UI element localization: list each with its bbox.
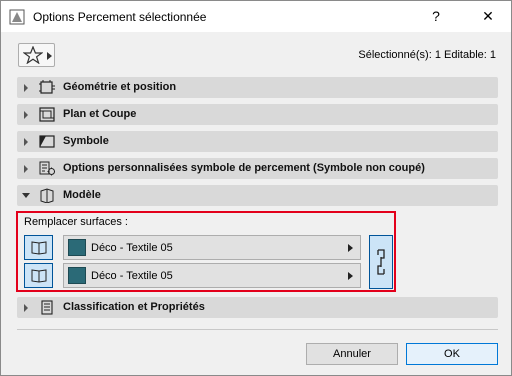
surface-toggle-button-1[interactable]	[24, 235, 53, 260]
book-icon	[31, 241, 47, 255]
panel-label: Symbole	[63, 135, 109, 147]
floorplan-icon	[39, 107, 55, 122]
help-button[interactable]: ?	[425, 5, 447, 27]
chain-link-icon	[377, 249, 385, 275]
link-surfaces-button[interactable]	[369, 235, 393, 289]
panel-classification-properties[interactable]: Classification et Propriétés	[17, 297, 498, 318]
custom-options-icon	[39, 161, 55, 176]
footer-divider	[17, 329, 498, 330]
expand-arrow-icon	[24, 304, 28, 312]
chevron-right-icon	[348, 272, 353, 280]
panel-label: Modèle	[63, 189, 101, 201]
symbol-icon	[39, 134, 55, 149]
panel-label: Plan et Coupe	[63, 108, 137, 120]
surface-material-select-2[interactable]: Déco - Textile 05	[63, 263, 361, 288]
book-icon	[31, 269, 47, 283]
chevron-right-icon	[348, 244, 353, 252]
panel-plan-section[interactable]: Plan et Coupe	[17, 104, 498, 125]
surface-toggle-button-2[interactable]	[24, 263, 53, 288]
model-icon	[39, 188, 55, 204]
collapse-arrow-icon	[22, 193, 30, 198]
title-bar: Options Percement sélectionnée ? ✕	[1, 1, 511, 32]
expand-arrow-icon	[24, 138, 28, 146]
close-button[interactable]: ✕	[475, 5, 501, 27]
panel-geometry-position[interactable]: Géométrie et position	[17, 77, 498, 98]
surface-material-select-1[interactable]: Déco - Textile 05	[63, 235, 361, 260]
material-name: Déco - Textile 05	[91, 242, 173, 254]
expand-arrow-icon	[24, 84, 28, 92]
app-icon	[9, 9, 25, 25]
ok-button[interactable]: OK	[406, 343, 498, 365]
panel-label: Options personnalisées symbole de percem…	[63, 162, 425, 174]
override-surfaces-section: Remplacer surfaces : Déco - Textile 05 D…	[16, 211, 396, 292]
window-title: Options Percement sélectionnée	[33, 10, 207, 24]
classification-icon	[39, 300, 55, 315]
override-surfaces-label: Remplacer surfaces :	[24, 216, 128, 228]
geometry-icon	[39, 80, 55, 95]
expand-arrow-icon	[24, 111, 28, 119]
panel-custom-options[interactable]: Options personnalisées symbole de percem…	[17, 158, 498, 179]
star-icon	[22, 45, 44, 65]
material-swatch	[68, 267, 86, 284]
panel-label: Géométrie et position	[63, 81, 177, 93]
cancel-button[interactable]: Annuler	[306, 343, 398, 365]
expand-arrow-icon	[24, 165, 28, 173]
selection-info: Sélectionné(s): 1 Editable: 1	[358, 49, 496, 61]
dropdown-arrow-icon	[47, 52, 52, 60]
panel-model[interactable]: Modèle	[17, 185, 498, 206]
panel-label: Classification et Propriétés	[63, 301, 205, 313]
material-name: Déco - Textile 05	[91, 270, 173, 282]
favorites-button[interactable]	[18, 43, 55, 67]
dialog-window: Options Percement sélectionnée ? ✕ Sélec…	[0, 0, 512, 376]
material-swatch	[68, 239, 86, 256]
panel-symbol[interactable]: Symbole	[17, 131, 498, 152]
